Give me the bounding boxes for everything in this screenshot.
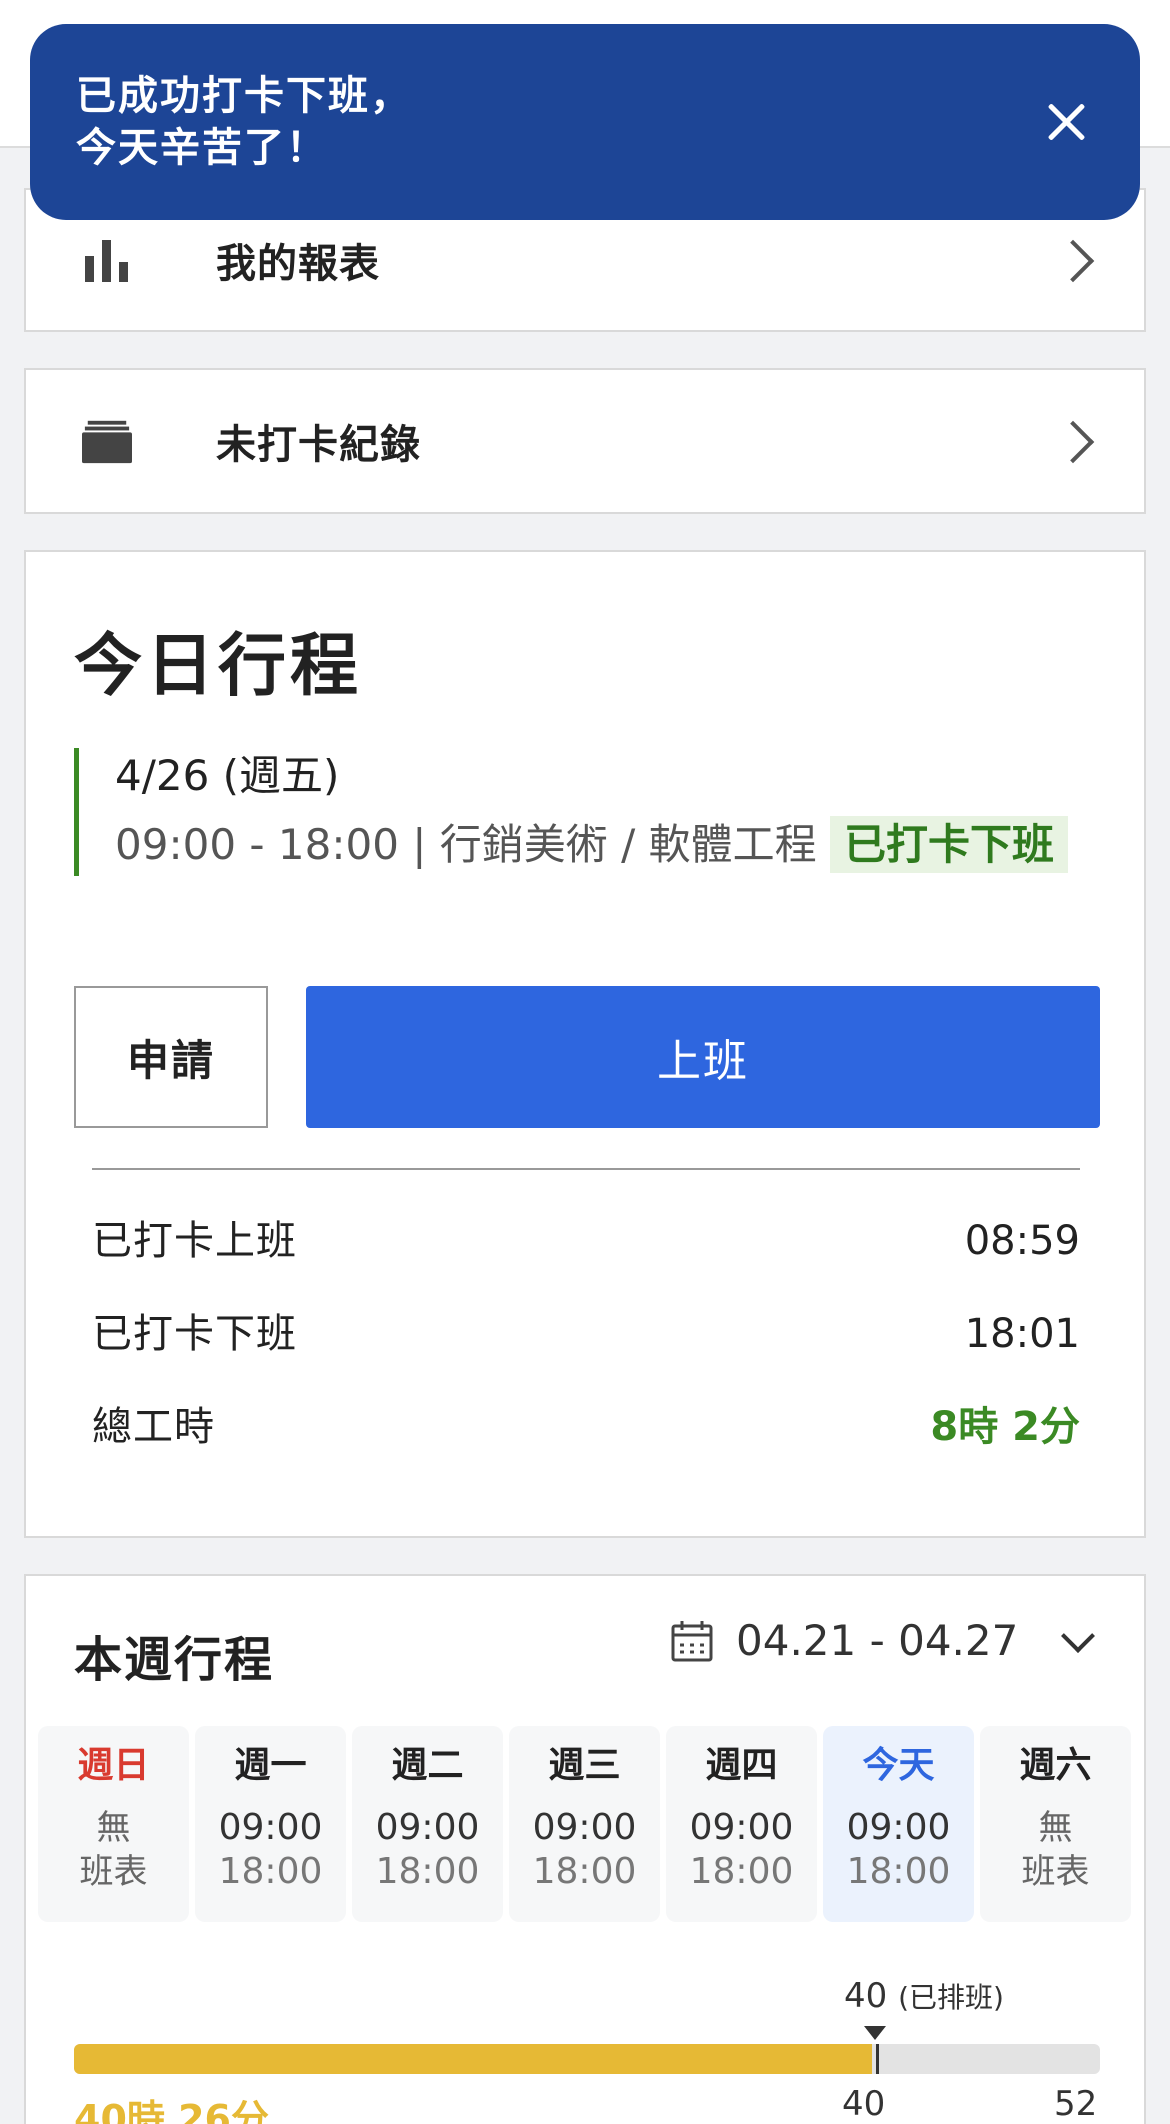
chevron-down-icon [1058,1624,1092,1658]
today-shift-detail: 09:00 - 18:00 | 行銷美術 / 軟體工程 已打卡下班 [115,814,1094,876]
chevron-right-icon [1056,421,1096,461]
day-start: 09:00 [375,1807,480,1848]
missed-punch-row[interactable]: 未打卡紀錄 [24,368,1146,514]
day-sunday[interactable]: 週日 無 班表 [38,1726,189,1922]
day-end: 18:00 [532,1851,637,1892]
scheduled-hours-value: 40 [844,1976,888,2016]
week-title: 本週行程 [74,1632,275,1688]
record-label: 總工時 [92,1404,215,1450]
day-tuesday[interactable]: 週二 09:00 18:00 [352,1726,503,1922]
day-start: 09:00 [218,1807,323,1848]
day-start: 09:00 [846,1807,951,1848]
hours-progress-fill [74,2044,872,2074]
calendar-icon [670,1619,714,1663]
success-toast: 已成功打卡下班， 今天辛苦了！ [30,24,1140,220]
my-report-label: 我的報表 [216,241,380,287]
week-days: 週日 無 班表 週一 09:00 18:00 週二 09:00 18:00 週三… [38,1726,1131,1922]
total-hours-record: 總工時 8時 2分 [92,1400,1080,1454]
hours-progress-bar [74,2044,1100,2074]
scheduled-hours-label: 40 (已排班) [844,1976,1004,2016]
record-label: 已打卡上班 [92,1218,297,1264]
day-name: 週一 [234,1745,307,1786]
clock-in-record: 已打卡上班 08:59 [92,1214,1080,1268]
day-wednesday[interactable]: 週三 09:00 18:00 [509,1726,660,1922]
day-start: 09:00 [689,1807,794,1848]
clock-out-record: 已打卡下班 18:01 [92,1307,1080,1361]
day-name: 週六 [1019,1745,1092,1786]
record-value: 8時 2分 [930,1404,1080,1450]
today-title: 今日行程 [74,627,363,706]
day-thursday[interactable]: 週四 09:00 18:00 [666,1726,817,1922]
divider [92,1168,1080,1170]
day-today[interactable]: 今天 09:00 18:00 [823,1726,974,1922]
scheduled-note: (已排班) [898,1981,1004,2014]
today-schedule-card: 今日行程 4/26 (週五) 09:00 - 18:00 | 行銷美術 / 軟體… [24,550,1146,1538]
scheduled-marker [864,2026,886,2040]
scale-mid: 40 [842,2084,886,2124]
day-name: 週日 [77,1745,150,1786]
record-value: 18:01 [964,1311,1080,1357]
apply-button[interactable]: 申請 [74,986,268,1128]
day-line1: 無 [1038,1808,1073,1848]
worked-hours: 40時 26分 [74,2097,269,2124]
scheduled-line [876,2044,879,2074]
day-end: 18:00 [375,1851,480,1892]
today-date: 4/26 (週五) [115,751,340,800]
week-range-text: 04.21 - 04.27 [736,1616,1019,1665]
bar-chart-icon [82,235,132,285]
record-value: 08:59 [964,1218,1080,1264]
day-end: 18:00 [218,1851,323,1892]
week-schedule-card: 本週行程 04.21 - 04.27 週日 無 班表 週一 09:00 18:0… [24,1574,1146,2124]
day-start: 09:00 [532,1807,637,1848]
day-line2: 班表 [79,1852,148,1892]
day-saturday[interactable]: 週六 無 班表 [980,1726,1131,1922]
shift-info: 09:00 - 18:00 | 行銷美術 / 軟體工程 [115,820,817,869]
chevron-right-icon [1056,240,1096,280]
day-line1: 無 [96,1808,131,1848]
day-end: 18:00 [846,1851,951,1892]
toast-message: 已成功打卡下班， 今天辛苦了！ [76,73,412,171]
day-name: 週三 [548,1745,621,1786]
day-line2: 班表 [1021,1852,1090,1892]
day-name: 今天 [862,1745,935,1786]
missed-punch-label: 未打卡紀錄 [216,422,421,468]
day-name: 週二 [391,1745,464,1786]
day-monday[interactable]: 週一 09:00 18:00 [195,1726,346,1922]
status-badge: 已打卡下班 [830,816,1069,873]
week-range-picker[interactable]: 04.21 - 04.27 [670,1616,1092,1665]
folder-icon [82,416,132,466]
today-shift: 4/26 (週五) 09:00 - 18:00 | 行銷美術 / 軟體工程 已打… [74,748,1094,876]
record-label: 已打卡下班 [92,1311,297,1357]
day-name: 週四 [705,1745,778,1786]
day-end: 18:00 [689,1851,794,1892]
scale-max: 52 [1054,2084,1098,2124]
close-icon[interactable] [1040,96,1092,148]
clock-in-button[interactable]: 上班 [306,986,1100,1128]
page: 已成功打卡下班， 今天辛苦了！ 我的報表 未打卡紀錄 今日行程 4/26 (週五… [0,0,1170,2124]
